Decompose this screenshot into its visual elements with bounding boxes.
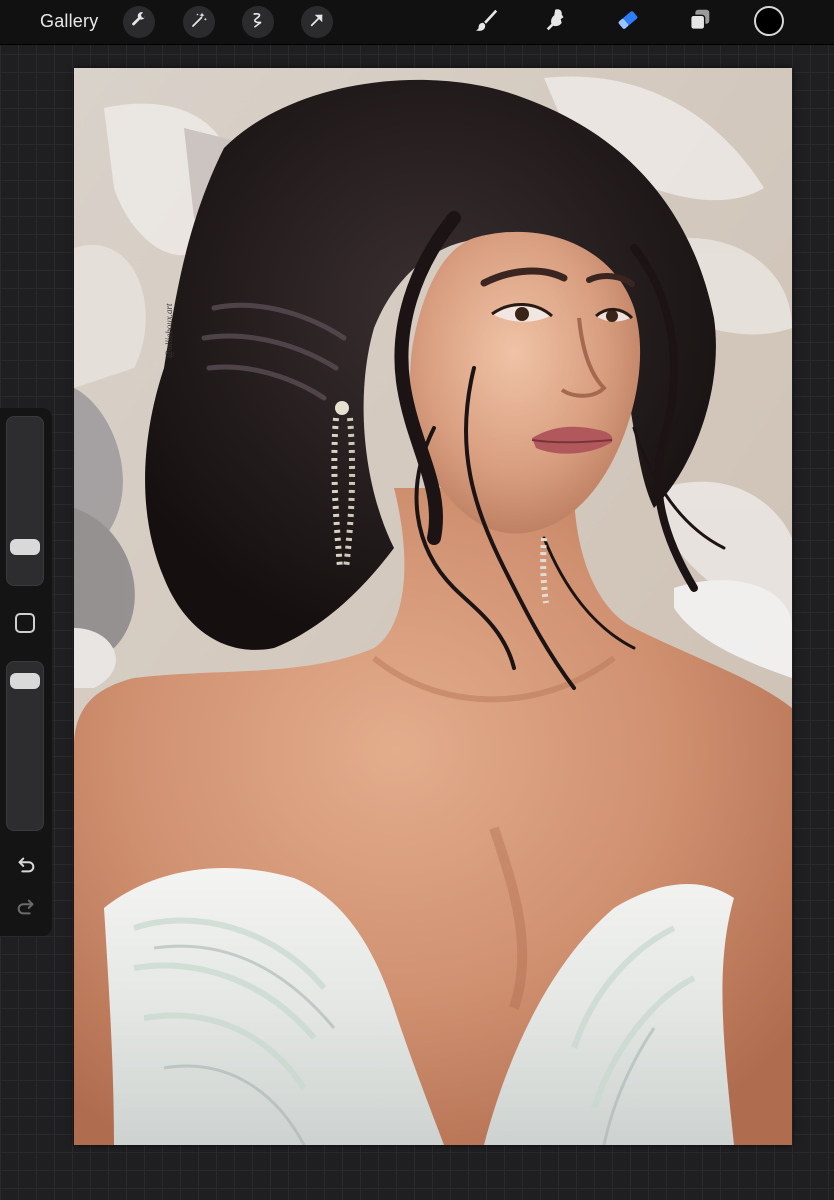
smudge-icon: [544, 7, 570, 38]
magic-wand-icon: [190, 11, 208, 34]
brush-tool[interactable]: [470, 6, 502, 38]
brush-opacity-handle[interactable]: [10, 673, 40, 690]
selection-button[interactable]: [242, 6, 274, 38]
brush-size-slider[interactable]: [6, 416, 44, 586]
modify-button[interactable]: [15, 613, 35, 633]
undo-icon: [15, 854, 37, 881]
left-sidebar: [0, 408, 52, 936]
eraser-icon: [615, 7, 641, 38]
color-picker-swatch[interactable]: [754, 6, 784, 36]
top-toolbar: Gallery: [0, 0, 834, 45]
transform-arrow-icon: [308, 11, 326, 34]
layers-icon: [687, 7, 713, 38]
gallery-button[interactable]: Gallery: [40, 11, 98, 32]
brush-icon: [473, 7, 499, 38]
eraser-tool[interactable]: [612, 6, 644, 38]
artist-signature: @ollieboux.art: [164, 303, 174, 358]
brush-size-handle[interactable]: [10, 539, 40, 556]
smudge-tool[interactable]: [541, 6, 573, 38]
portrait-painting: @ollieboux.art: [74, 68, 792, 1145]
undo-button[interactable]: [13, 854, 39, 880]
wrench-icon: [130, 11, 148, 34]
adjustments-button[interactable]: [183, 6, 215, 38]
redo-button[interactable]: [13, 896, 39, 922]
drawing-canvas[interactable]: @ollieboux.art: [74, 68, 792, 1145]
transform-button[interactable]: [301, 6, 333, 38]
selection-icon: [249, 11, 267, 34]
layers-tool[interactable]: [684, 6, 716, 38]
brush-opacity-slider[interactable]: [6, 661, 44, 831]
actions-button[interactable]: [123, 6, 155, 38]
redo-icon: [15, 896, 37, 923]
